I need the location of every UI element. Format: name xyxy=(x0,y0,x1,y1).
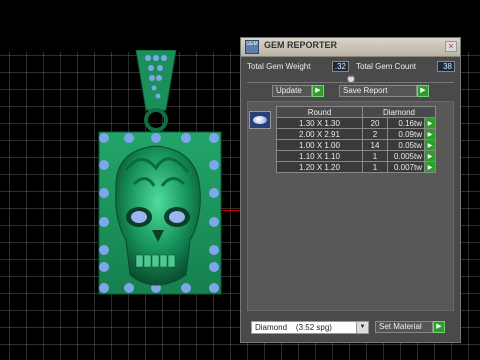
material-select-value: Diamond (3.52 spg) xyxy=(255,323,332,332)
column-header-material: Diamond xyxy=(362,106,436,118)
row-arrow-icon[interactable]: ▶ xyxy=(424,150,436,162)
table-row: 1.00 X 1.00 14 0.05tw ▶ xyxy=(276,139,436,151)
gem-weight: 0.005tw xyxy=(387,150,425,162)
gem-size: 2.00 X 2.91 xyxy=(276,128,363,140)
total-gem-weight-value: .32 xyxy=(332,61,349,72)
gem-reporter-icon: GEM xyxy=(245,40,259,54)
row-arrow-icon[interactable]: ▶ xyxy=(424,117,436,129)
row-arrow-icon[interactable]: ▶ xyxy=(424,139,436,151)
gem-count: 1 xyxy=(362,150,388,162)
gem-weight: 0.16tw xyxy=(387,117,425,129)
gem-table: Round Diamond 1.30 X 1.30 20 0.16tw ▶ 2.… xyxy=(276,106,436,173)
total-gem-weight-label: Total Gem Weight xyxy=(247,62,311,71)
gem-size: 1.20 X 1.20 xyxy=(276,161,363,173)
save-report-button[interactable]: Save Report xyxy=(339,85,417,97)
set-material-button[interactable]: Set Material xyxy=(375,321,433,333)
gem-reporter-panel: GEM GEM REPORTER × Total Gem Weight .32 … xyxy=(240,37,461,343)
skull-pendant-model[interactable] xyxy=(96,50,226,300)
divider xyxy=(247,82,454,83)
gem-weight: 0.09tw xyxy=(387,128,425,140)
gem-count: 1 xyxy=(362,161,388,173)
gem-thumbnail-icon[interactable] xyxy=(249,111,271,129)
gem-count: 2 xyxy=(362,128,388,140)
table-row: 1.10 X 1.10 1 0.005tw ▶ xyxy=(276,150,436,162)
close-button[interactable]: × xyxy=(445,41,457,52)
update-arrow-icon[interactable]: ▶ xyxy=(312,85,324,97)
gem-count: 20 xyxy=(362,117,388,129)
column-header-shape: Round xyxy=(276,106,363,118)
gem-weight: 0.007tw xyxy=(387,161,425,173)
table-row: 1.30 X 1.30 20 0.16tw ▶ xyxy=(276,117,436,129)
save-report-arrow-icon[interactable]: ▶ xyxy=(417,85,429,97)
gem-size: 1.10 X 1.10 xyxy=(276,150,363,162)
table-row: 2.00 X 2.91 2 0.09tw ▶ xyxy=(276,128,436,140)
material-select[interactable]: Diamond (3.52 spg) ▼ xyxy=(251,321,369,334)
update-button[interactable]: Update xyxy=(272,85,312,97)
gem-count: 14 xyxy=(362,139,388,151)
panel-title: GEM REPORTER xyxy=(264,40,338,50)
gem-weight: 0.05tw xyxy=(387,139,425,151)
gem-size: 1.30 X 1.30 xyxy=(276,117,363,129)
total-gem-count-value: 38 xyxy=(437,61,455,72)
set-material-arrow-icon[interactable]: ▶ xyxy=(433,321,445,333)
chevron-down-icon[interactable]: ▼ xyxy=(356,322,368,333)
gem-size: 1.00 X 1.00 xyxy=(276,139,363,151)
panel-titlebar[interactable]: GEM GEM REPORTER × xyxy=(241,38,460,57)
row-arrow-icon[interactable]: ▶ xyxy=(424,161,436,173)
row-arrow-icon[interactable]: ▶ xyxy=(424,128,436,140)
table-row: 1.20 X 1.20 1 0.007tw ▶ xyxy=(276,161,436,173)
total-gem-count-label: Total Gem Count xyxy=(356,62,417,71)
